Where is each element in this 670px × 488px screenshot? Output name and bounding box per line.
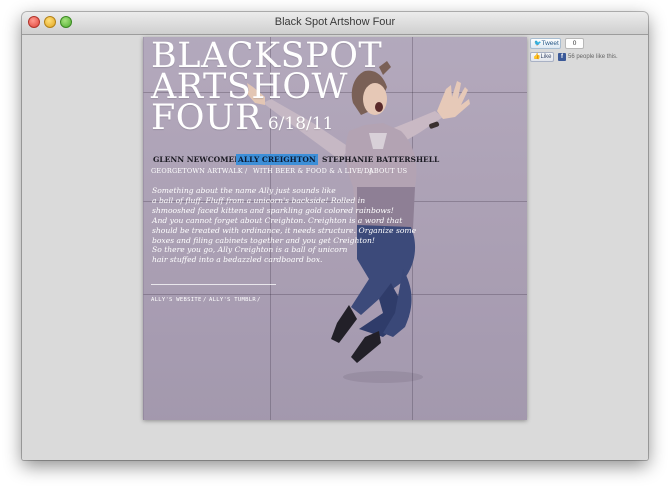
nav-separator: / [245, 167, 248, 175]
nav-link-about-us[interactable]: ABOUT US [369, 167, 407, 175]
headline-line-3: FOUR 6/18/11 [151, 101, 411, 140]
sub-nav: GEORGETOWN ARTWALK / WITH BEER & FOOD & … [151, 167, 451, 177]
tweet-button[interactable]: 🐦Tweet [530, 38, 561, 49]
description-line: boxes and filing cabinets together and y… [152, 235, 375, 245]
like-label: Like [540, 54, 552, 60]
description-line: should be treated with ordinance, it nee… [152, 225, 417, 235]
description-line: Something about the name Ally just sound… [152, 186, 336, 195]
artist-tumblr-link[interactable]: ALLY'S TUMBLR [209, 297, 256, 303]
tweet-count: 0 [565, 38, 584, 49]
description-line: So there you go, Ally Creighton is a bal… [152, 245, 348, 255]
poster-headline: BLACKSPOT ARTSHOW FOUR 6/18/11 [151, 39, 411, 140]
poster: BLACKSPOT ARTSHOW FOUR 6/18/11 GLENN NEWC… [143, 37, 527, 420]
title-bar: Black Spot Artshow Four [22, 12, 648, 35]
description-line: And you cannot forget about Creighton. C… [152, 215, 403, 225]
description-line: hair stuffed into a bedazzled cardboard … [152, 255, 323, 265]
link-separator: / [203, 297, 207, 303]
description-line: a ball of fluff. Fluff from a unicorn's … [152, 195, 366, 205]
artist-link-glenn-newcomer[interactable]: GLENN NEWCOMER [151, 154, 242, 165]
window-title: Black Spot Artshow Four [274, 16, 396, 28]
like-count-text: 56 people like this. [568, 54, 618, 60]
like-button[interactable]: 👍Like [530, 52, 554, 62]
nav-separator: / [361, 167, 364, 175]
artist-link-ally-creighton[interactable]: ALLY CREIGHTON [236, 154, 318, 165]
nav-link-beer-food-dj[interactable]: WITH BEER & FOOD & A LIVE DJ [253, 167, 372, 175]
artist-links: ALLY'S WEBSITE / ALLY'S TUMBLR / [151, 297, 351, 307]
page-content: BLACKSPOT ARTSHOW FOUR 6/18/11 GLENN NEWC… [22, 35, 648, 460]
tweet-label: Tweet [541, 40, 559, 47]
artist-nav: GLENN NEWCOMER ALLY CREIGHTON STEPHANIE … [151, 154, 451, 166]
artist-website-link[interactable]: ALLY'S WEBSITE [151, 297, 202, 303]
headline-word-four: FOUR [151, 98, 262, 138]
artist-link-stephanie-battershell[interactable]: STEPHANIE BATTERSHELL [320, 154, 441, 165]
description-line: shmooshed faced kittens and sparkling go… [152, 205, 394, 215]
artist-description: Something about the name Ally just sound… [152, 186, 452, 265]
divider [151, 284, 276, 285]
browser-window: Black Spot Artshow Four BLACKSPOT ARTSHO… [22, 12, 648, 460]
link-separator: / [257, 297, 261, 303]
nav-link-georgetown-artwalk[interactable]: GEORGETOWN ARTWALK [151, 167, 243, 175]
facebook-icon: f [558, 53, 566, 61]
social-widgets: 🐦Tweet 0 👍Like f 56 people like this. [530, 38, 640, 64]
event-date: 6/18/11 [267, 114, 334, 134]
